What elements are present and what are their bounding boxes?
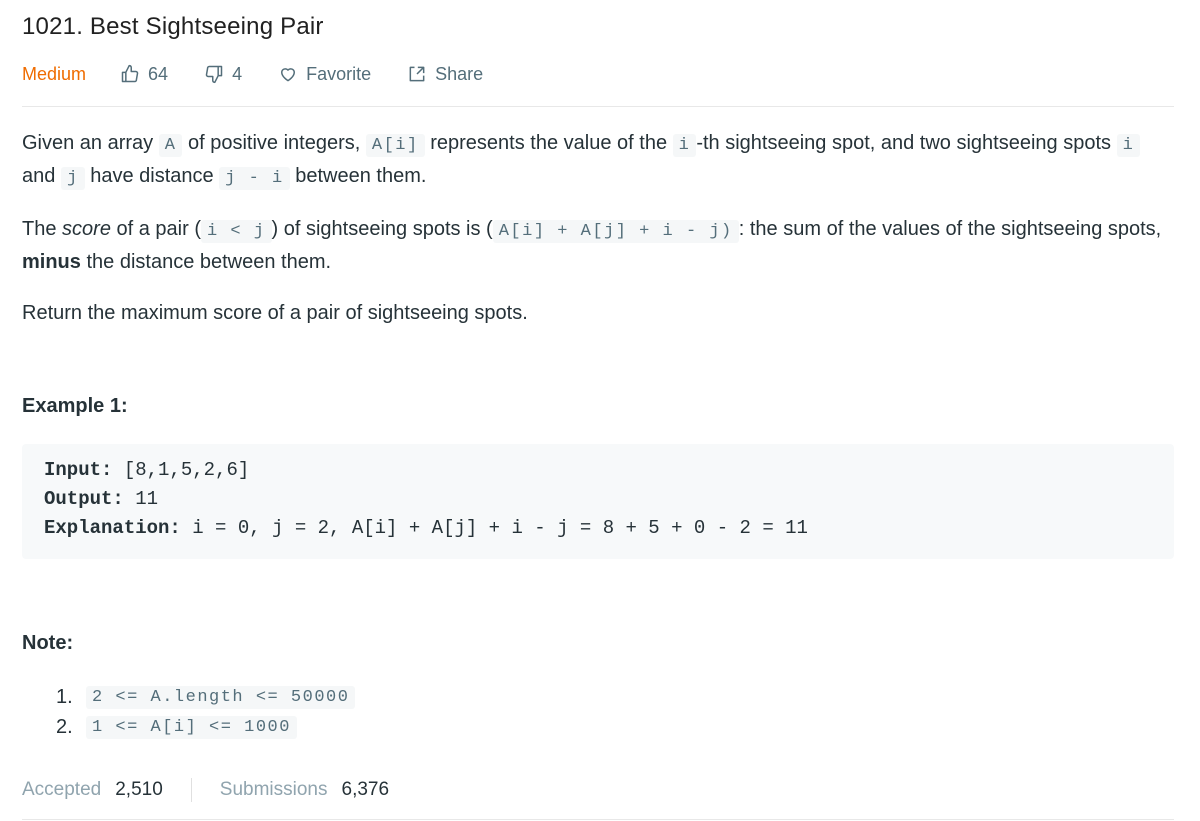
share-button[interactable]: Share <box>407 64 483 85</box>
inline-code: A[i] <box>365 134 425 157</box>
example-output-line: Output: 11 <box>44 488 158 510</box>
dislike-count: 4 <box>232 63 243 84</box>
thumbs-down-icon <box>205 65 223 84</box>
inline-code: 2 <= A.length <= 50000 <box>86 685 356 709</box>
favorite-button[interactable]: Favorite <box>278 64 371 85</box>
list-number: 2. <box>56 715 73 738</box>
list-item: 1. 2 <= A.length <= 50000 <box>56 682 356 712</box>
inline-code: i <box>672 134 697 157</box>
divider <box>22 106 1174 107</box>
divider <box>22 819 1174 820</box>
like-button[interactable]: 64 <box>120 64 168 85</box>
text: of positive integers, <box>182 132 366 154</box>
text: ) of sightseeing spots is ( <box>271 218 493 240</box>
text: of a pair ( <box>110 218 201 240</box>
text: -th sightseeing spot, and two sightseein… <box>696 132 1117 154</box>
page-title: 1021. Best Sightseeing Pair <box>22 13 324 40</box>
example-code-block: Input: [8,1,5,2,6] Output: 11 Explanatio… <box>22 444 1174 559</box>
text: The <box>22 218 63 240</box>
inline-code: 1 <= A[i] <= 1000 <box>86 715 297 739</box>
description-paragraph: Return the maximum score of a pair of si… <box>22 302 528 324</box>
problem-description: Given an array A of positive integers, A… <box>22 128 1174 329</box>
label: Output: <box>44 488 124 510</box>
accepted-value: 2,510 <box>115 779 163 800</box>
note-title: Note: <box>22 632 74 654</box>
text: represents the value of the <box>424 132 673 154</box>
text: and <box>22 165 61 187</box>
list-number: 1. <box>56 685 73 708</box>
dislike-button[interactable]: 4 <box>204 64 242 85</box>
example-explanation-line: Explanation: i = 0, j = 2, A[i] + A[j] +… <box>44 517 808 539</box>
text: Given an array <box>22 132 159 154</box>
favorite-label: Favorite <box>306 63 372 84</box>
heart-icon <box>281 68 296 82</box>
example-title: Example 1: <box>22 395 128 417</box>
share-label: Share <box>435 63 484 84</box>
label: Input: <box>44 459 113 481</box>
label: Explanation: <box>44 517 181 539</box>
inline-code: i < j <box>200 220 272 243</box>
text: the distance between them. <box>80 251 332 273</box>
example-input-line: Input: [8,1,5,2,6] <box>44 459 249 481</box>
description-paragraph: The score of a pair (i < j) of sightseei… <box>22 214 1174 278</box>
problem-meta-bar: Medium 64 4 Favorite Share <box>22 58 519 90</box>
difficulty-badge: Medium <box>22 63 87 84</box>
share-icon <box>409 66 425 82</box>
list-item: 2. 1 <= A[i] <= 1000 <box>56 712 355 742</box>
value: 11 <box>123 488 159 510</box>
text: : the sum of the values of the sightseei… <box>738 218 1162 240</box>
inline-code: A <box>158 134 183 157</box>
text: have distance <box>84 165 220 187</box>
bold-text: minus <box>22 251 81 273</box>
thumbs-up-icon <box>121 64 139 83</box>
description-paragraph: Given an array A of positive integers, A… <box>22 128 1174 194</box>
value: [8,1,5,2,6] <box>112 459 250 481</box>
like-count: 64 <box>148 63 169 84</box>
text: between them. <box>289 165 427 187</box>
value: i = 0, j = 2, A[i] + A[j] + i - j = 8 + … <box>180 517 808 539</box>
submission-stats: Accepted 2,510 Submissions 6,376 <box>22 778 389 802</box>
inline-code: i <box>1116 134 1141 157</box>
inline-code: j <box>60 167 85 190</box>
note-list: 1. 2 <= A.length <= 50000 2. 1 <= A[i] <… <box>56 682 356 742</box>
divider <box>190 778 192 802</box>
accepted-label: Accepted <box>22 779 102 800</box>
inline-code: A[i] + A[j] + i - j) <box>492 220 739 243</box>
emphasis-text: score <box>62 218 111 240</box>
submissions-value: 6,376 <box>341 779 390 800</box>
submissions-label: Submissions <box>219 779 328 800</box>
inline-code: j - i <box>219 167 290 190</box>
